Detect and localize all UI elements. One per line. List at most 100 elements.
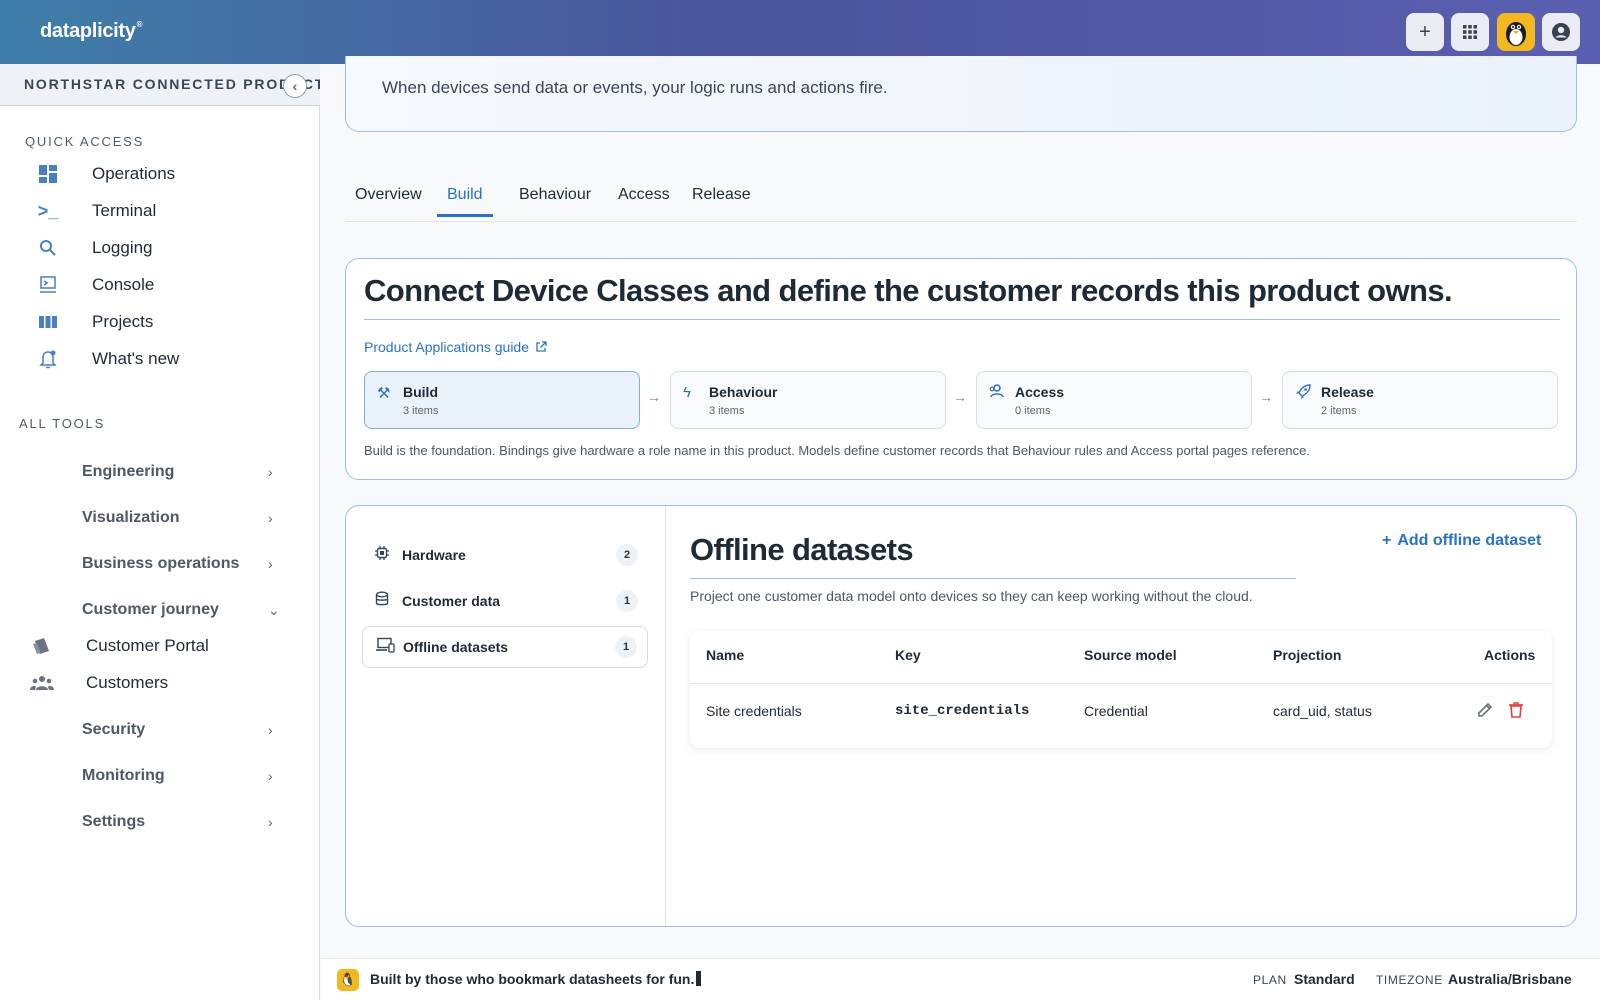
step-release[interactable]: Release 2 items	[1282, 371, 1558, 429]
tab-behaviour[interactable]: Behaviour	[509, 186, 601, 214]
search-icon	[36, 236, 60, 260]
step-count: 3 items	[709, 405, 745, 417]
account-circle-icon	[1552, 23, 1570, 41]
chevron-right-icon: ›	[268, 768, 273, 784]
tool-group-settings[interactable]: Settings ›	[0, 804, 320, 840]
nav-item-label: Customer data	[402, 593, 501, 609]
step-count: 0 items	[1015, 405, 1051, 417]
chevron-right-icon: ›	[268, 556, 273, 572]
nav-item-offline-datasets[interactable]: Offline datasets 1	[362, 626, 648, 668]
brand-logo[interactable]: dataplicity®	[40, 20, 143, 43]
cell-projection: card_uid, status	[1273, 703, 1372, 719]
sidebar-item-label: Operations	[92, 164, 176, 183]
penguin-icon	[1506, 22, 1526, 46]
plan-label: PLAN	[1253, 973, 1287, 987]
sidebar-item-customer-portal[interactable]: Customer Portal	[0, 630, 320, 662]
column-header-projection: Projection	[1273, 647, 1342, 663]
sidebar-item-projects[interactable]: Projects	[0, 306, 320, 338]
sidebar-item-label: Terminal	[92, 201, 157, 220]
nav-item-hardware[interactable]: Hardware 2	[362, 534, 648, 576]
tool-group-customer-journey[interactable]: Customer journey ⌄	[0, 592, 320, 628]
add-button[interactable]: +	[1406, 13, 1444, 51]
tool-group-label: Customer journey	[82, 601, 219, 618]
tab-access[interactable]: Access	[608, 186, 680, 214]
column-header-source-model: Source model	[1084, 647, 1177, 663]
sidebar-item-label: Customers	[86, 673, 169, 692]
chevron-right-icon: ›	[268, 814, 273, 830]
external-link-icon	[536, 341, 547, 352]
tool-group-monitoring[interactable]: Monitoring ›	[0, 758, 320, 794]
sidebar-item-label: Console	[92, 275, 155, 294]
status-footer: 🐧 Built by those who bookmark datasheets…	[321, 958, 1600, 1000]
timezone-label: TIMEZONE	[1376, 973, 1443, 987]
tab-overview[interactable]: Overview	[345, 186, 432, 214]
step-behaviour[interactable]: ϟ Behaviour 3 items	[670, 371, 946, 429]
penguin-icon: 🐧	[337, 969, 359, 991]
tool-group-business-operations[interactable]: Business operations ›	[0, 546, 320, 582]
tool-group-label: Monitoring	[82, 767, 165, 784]
account-button[interactable]	[1542, 13, 1580, 51]
sidebar-item-label: Customer Portal	[86, 636, 209, 655]
org-name: NORTHSTAR CONNECTED PRODUCT	[24, 76, 320, 92]
nav-item-label: Hardware	[402, 547, 466, 563]
org-switcher[interactable]: NORTHSTAR CONNECTED PRODUCT ‹	[0, 64, 320, 106]
build-description: Build is the foundation. Bindings give h…	[364, 443, 1310, 458]
database-icon	[374, 591, 390, 611]
sidebar-item-terminal[interactable]: >_ Terminal	[0, 195, 320, 227]
chevron-down-icon: ⌄	[268, 601, 280, 618]
sidebar-item-operations[interactable]: Operations	[0, 158, 320, 190]
add-offline-dataset-button[interactable]: + Add offline dataset	[1382, 532, 1541, 550]
step-count: 2 items	[1321, 405, 1357, 417]
count-badge: 2	[616, 544, 638, 566]
tab-build[interactable]: Build	[437, 186, 493, 217]
tool-group-visualization[interactable]: Visualization ›	[0, 500, 320, 536]
step-title: Release	[1321, 384, 1374, 400]
top-bar: dataplicity® +	[0, 0, 1600, 64]
page-subtitle: When devices send data or events, your l…	[382, 78, 888, 97]
tool-group-engineering[interactable]: Engineering ›	[0, 454, 320, 490]
terminal-icon: >_	[37, 200, 59, 221]
sidebar-item-whats-new[interactable]: What's new	[0, 343, 320, 375]
collapse-sidebar-button[interactable]: ‹	[283, 74, 307, 98]
sidebar-item-label: Projects	[92, 312, 154, 331]
guide-link-label: Product Applications guide	[364, 339, 529, 355]
datasets-description: Project one customer data model onto dev…	[690, 588, 1253, 604]
lightning-icon: ϟ	[683, 384, 691, 401]
delete-icon[interactable]	[1508, 701, 1524, 724]
avatar-button[interactable]	[1497, 13, 1535, 51]
add-button-label: Add offline dataset	[1397, 532, 1542, 549]
sidebar-item-console[interactable]: Console	[0, 269, 320, 301]
tagline-text: Built by those who bookmark datasheets f…	[370, 971, 695, 987]
tool-group-label: Visualization	[82, 509, 180, 526]
cell-name: Site credentials	[706, 703, 802, 719]
edit-icon[interactable]	[1476, 701, 1494, 724]
datasets-card: Hardware 2 Customer data 1 Offline datas…	[345, 505, 1577, 927]
chevron-right-icon: ›	[268, 510, 273, 526]
step-build[interactable]: ⚒ Build 3 items	[364, 371, 640, 429]
all-tools-heading: ALL TOOLS	[19, 416, 106, 431]
sidebar-item-label: What's new	[92, 349, 180, 368]
chevron-left-icon: ‹	[292, 78, 298, 94]
plus-icon: +	[1382, 532, 1392, 549]
dashboard-icon	[36, 162, 60, 186]
sidebar-item-logging[interactable]: Logging	[0, 232, 320, 264]
nav-item-customer-data[interactable]: Customer data 1	[362, 580, 648, 622]
step-access[interactable]: Access 0 items	[976, 371, 1252, 429]
sidebar-item-label: Logging	[92, 238, 153, 257]
step-title: Behaviour	[709, 384, 778, 400]
arrow-right-icon: →	[647, 389, 661, 405]
columns-icon	[36, 310, 60, 334]
tools-icon: ⚒	[377, 385, 391, 402]
sidebar-item-customers[interactable]: Customers	[0, 667, 320, 699]
tool-group-label: Settings	[82, 813, 146, 830]
count-badge: 1	[615, 636, 637, 658]
tab-release[interactable]: Release	[682, 186, 761, 214]
apps-button[interactable]	[1451, 13, 1489, 51]
people-icon	[30, 671, 54, 695]
chevron-right-icon: ›	[268, 464, 273, 480]
tool-group-security[interactable]: Security ›	[0, 712, 320, 748]
guide-link[interactable]: Product Applications guide	[364, 339, 547, 355]
offline-devices-icon	[375, 637, 395, 657]
count-badge: 1	[616, 590, 638, 612]
cell-key: site_credentials	[895, 703, 1030, 719]
